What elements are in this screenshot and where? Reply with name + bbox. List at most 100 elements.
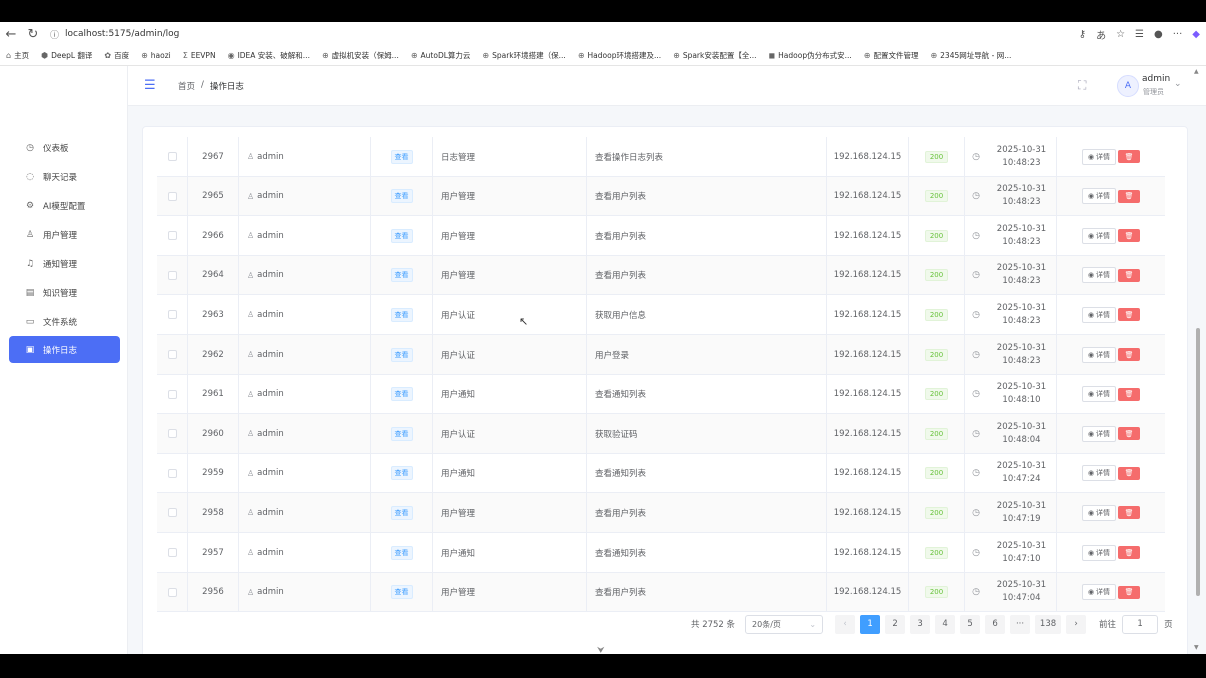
bookmark-item[interactable]: ⊕ 2345网址导航 - 网... <box>930 50 1011 61</box>
row-checkbox[interactable] <box>167 191 177 201</box>
delete-button[interactable]: 🗑 <box>1118 308 1141 322</box>
row-checkbox[interactable] <box>167 468 177 478</box>
sidebar-item-users[interactable]: ♙ 用户管理 <box>9 221 120 248</box>
menu-toggle-icon[interactable]: ☰ <box>144 78 156 93</box>
more-pages-button[interactable]: ··· <box>1010 614 1031 634</box>
page-button-5[interactable]: 5 <box>960 614 981 634</box>
delete-button[interactable]: 🗑 <box>1118 506 1141 520</box>
copilot-icon[interactable]: ◆ <box>1192 29 1200 40</box>
key-icon[interactable]: ⚷ <box>1079 29 1086 40</box>
row-checkbox[interactable] <box>167 429 177 439</box>
delete-button[interactable]: 🗑 <box>1118 546 1141 559</box>
operator-cell: ♙ admin <box>239 453 371 493</box>
delete-button[interactable]: 🗑 <box>1118 189 1141 203</box>
detail-button[interactable]: ◉ 详情 <box>1081 188 1117 205</box>
sidebar-item-dashboard[interactable]: ◷ 仪表板 <box>9 134 120 161</box>
detail-button[interactable]: ◉ 详情 <box>1081 465 1117 482</box>
page-button-1[interactable]: 1 <box>860 614 881 634</box>
page-button-6[interactable]: 6 <box>985 614 1006 634</box>
sidebar-item-notifications[interactable]: ♫ 通知管理 <box>9 250 120 277</box>
back-icon[interactable]: ← <box>0 27 22 42</box>
collections-icon[interactable]: ☰ <box>1135 29 1144 40</box>
more-icon[interactable]: ··· <box>1173 29 1183 40</box>
operator-name: admin <box>257 270 284 281</box>
delete-button[interactable]: 🗑 <box>1118 268 1141 282</box>
page-button-2[interactable]: 2 <box>885 614 906 634</box>
delete-button[interactable]: 🗑 <box>1118 229 1141 243</box>
user-name[interactable]: admin <box>1142 74 1170 84</box>
delete-button[interactable]: 🗑 <box>1118 150 1141 163</box>
scrollbar-thumb[interactable] <box>1196 328 1200 596</box>
row-checkbox[interactable] <box>167 389 177 399</box>
user-icon: ♙ <box>247 231 255 241</box>
chevron-down-icon[interactable]: ⌄ <box>1174 79 1182 89</box>
row-checkbox[interactable] <box>167 548 177 557</box>
sidebar-item-ai-model[interactable]: ⚙ AI模型配置 <box>9 192 120 219</box>
breadcrumb-home[interactable]: 首页 <box>178 80 195 92</box>
delete-button[interactable]: 🗑 <box>1118 427 1141 441</box>
user-icon: ♙ <box>247 389 255 399</box>
bookmark-item[interactable]: ⊕ 虚拟机安装（保姆... <box>322 50 399 61</box>
bookmark-item[interactable]: ⬢ DeepL 翻译 <box>41 50 92 61</box>
delete-button[interactable]: 🗑 <box>1118 387 1141 401</box>
bookmark-item[interactable]: ◼ Hadoop伪分布式安... <box>769 50 852 61</box>
page-button-last[interactable]: 138 <box>1035 614 1062 634</box>
page-button-4[interactable]: 4 <box>935 614 956 634</box>
row-checkbox[interactable] <box>167 310 177 320</box>
bookmark-item[interactable]: ⊕ 配置文件管理 <box>864 50 919 61</box>
detail-button[interactable]: ◉ 详情 <box>1081 306 1117 323</box>
detail-button[interactable]: ◉ 详情 <box>1081 504 1117 521</box>
star-icon[interactable]: ☆ <box>1116 29 1125 40</box>
bookmark-item[interactable]: ⊕ AutoDL算力云 <box>411 50 471 61</box>
detail-button[interactable]: ◉ 详情 <box>1081 346 1117 363</box>
page-size-select[interactable]: 20条/页 ⌄ <box>745 614 824 634</box>
info-icon[interactable]: ⓘ <box>50 28 59 41</box>
status-cell: 200 <box>909 533 965 572</box>
prev-page-button[interactable]: ‹ <box>835 614 856 634</box>
row-checkbox[interactable] <box>167 231 177 241</box>
detail-button[interactable]: ◉ 详情 <box>1081 584 1117 601</box>
detail-button[interactable]: ◉ 详情 <box>1081 544 1117 561</box>
bookmark-label: haozi <box>150 51 171 60</box>
row-checkbox[interactable] <box>167 350 177 359</box>
delete-button[interactable]: 🗑 <box>1118 466 1141 480</box>
detail-button[interactable]: ◉ 详情 <box>1081 148 1117 165</box>
scrollbar[interactable] <box>1194 66 1202 654</box>
bookmark-item[interactable]: ⊕ Spark安装配置【全... <box>673 50 756 61</box>
next-page-button[interactable]: › <box>1066 614 1087 634</box>
page-button-3[interactable]: 3 <box>910 614 931 634</box>
reload-icon[interactable]: ↻ <box>22 27 44 42</box>
url-field[interactable]: ⓘ localhost:5175/admin/log <box>50 24 1060 44</box>
bookmark-item[interactable]: ✿ 百度 <box>104 50 129 61</box>
detail-button[interactable]: ◉ 详情 <box>1081 267 1117 284</box>
delete-button[interactable]: 🗑 <box>1118 348 1141 361</box>
bookmark-item[interactable]: ⊕ Hadoop环境搭建及... <box>578 50 661 61</box>
avatar[interactable]: A <box>1117 75 1139 97</box>
fullscreen-icon[interactable]: ⛶ <box>1078 78 1086 93</box>
sidebar-item-chat-records[interactable]: ◌ 聊天记录 <box>9 163 120 190</box>
operation-type-tag: 查看 <box>390 387 413 402</box>
translate-icon[interactable]: あ <box>1096 27 1106 42</box>
row-checkbox[interactable] <box>167 270 177 280</box>
scroll-down-icon[interactable]: ▼ <box>1194 644 1199 651</box>
user-icon: ♙ <box>247 350 255 359</box>
sidebar: ◷ 仪表板 ◌ 聊天记录 ⚙ AI模型配置 ♙ 用户管理 ♫ 通知管理 ▤ 知识管理 ▭ 文件… <box>0 66 128 654</box>
sidebar-item-files[interactable]: ▭ 文件系统 <box>9 308 120 335</box>
row-checkbox[interactable] <box>167 587 177 597</box>
table-row: 2964 ♙ admin 查看 用户管理 查看用户列表 192.168.124.15 200 ◷… <box>157 255 1165 296</box>
bookmark-item[interactable]: Σ EEVPN <box>183 51 216 60</box>
detail-button[interactable]: ◉ 详情 <box>1081 425 1117 442</box>
detail-button[interactable]: ◉ 详情 <box>1081 227 1117 244</box>
delete-button[interactable]: 🗑 <box>1118 585 1141 599</box>
sidebar-item-knowledge[interactable]: ▤ 知识管理 <box>9 279 120 306</box>
sidebar-item-operation-log[interactable]: ▣ 操作日志 <box>9 336 120 363</box>
row-checkbox[interactable] <box>167 508 177 518</box>
profile-icon[interactable]: ● <box>1154 29 1163 40</box>
bookmark-item[interactable]: ◉ IDEA 安装、破解和... <box>228 50 310 61</box>
row-checkbox[interactable] <box>167 152 177 161</box>
goto-page-input[interactable]: 1 <box>1122 614 1159 634</box>
bookmark-item[interactable]: ⌂ 主页 <box>6 50 29 61</box>
bookmark-item[interactable]: ⊕ haozi <box>141 51 171 60</box>
detail-button[interactable]: ◉ 详情 <box>1081 386 1117 403</box>
bookmark-item[interactable]: ⊕ Spark环境搭建（保... <box>482 50 565 61</box>
